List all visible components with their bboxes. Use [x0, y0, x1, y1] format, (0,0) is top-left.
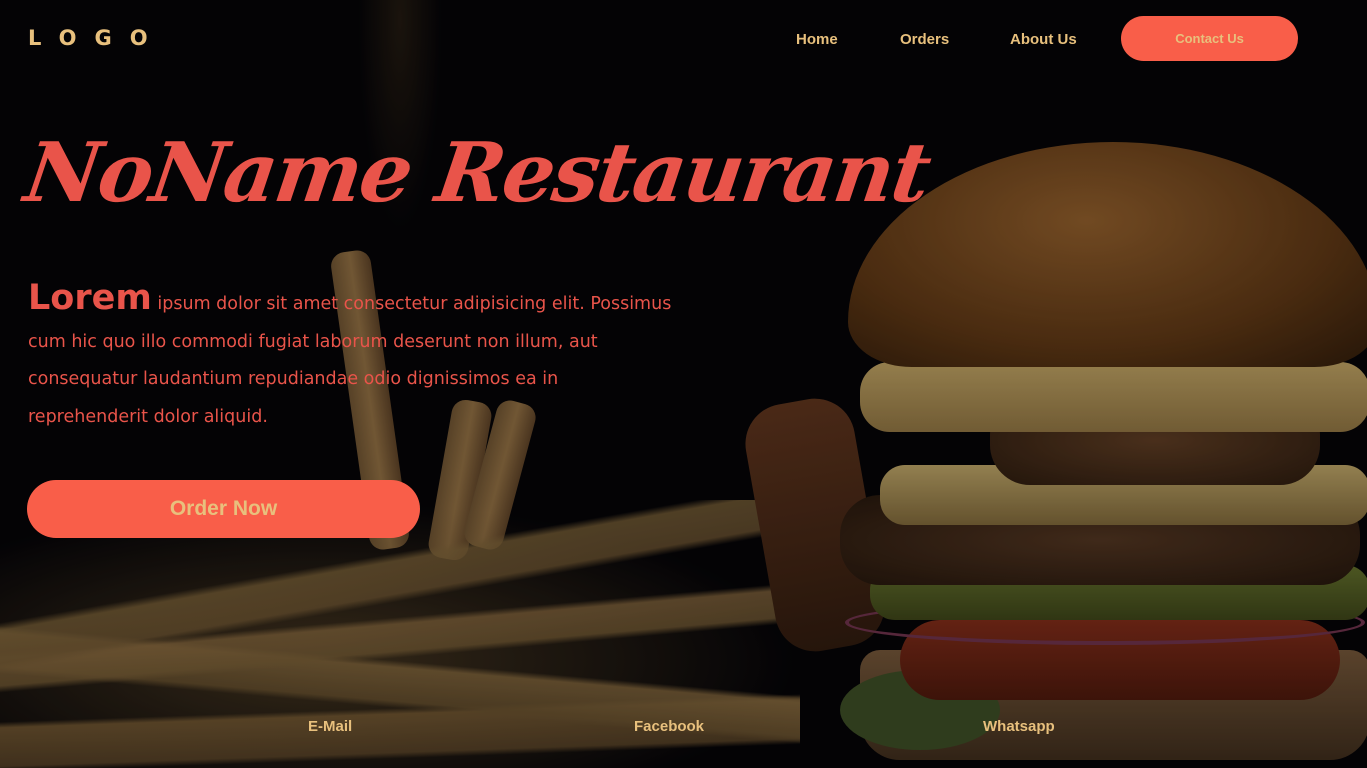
hero-description: Lorem ipsum dolor sit amet consectetur a…: [28, 278, 678, 436]
page-title: NoName Restaurant: [19, 125, 935, 221]
lead-word: Lorem: [28, 278, 152, 318]
logo[interactable]: LOGO: [28, 26, 166, 50]
top-navigation: LOGO Home Orders About Us Contact Us: [0, 0, 1367, 80]
footer-link-whatsapp[interactable]: Whatsapp: [983, 718, 1055, 735]
footer-link-facebook[interactable]: Facebook: [634, 718, 704, 735]
footer-link-email[interactable]: E-Mail: [308, 718, 352, 735]
nav-link-orders[interactable]: Orders: [900, 31, 949, 48]
nav-link-home[interactable]: Home: [796, 31, 838, 48]
order-now-button[interactable]: Order Now: [27, 480, 420, 538]
contact-us-button[interactable]: Contact Us: [1121, 16, 1298, 61]
nav-link-about-us[interactable]: About Us: [1010, 31, 1077, 48]
